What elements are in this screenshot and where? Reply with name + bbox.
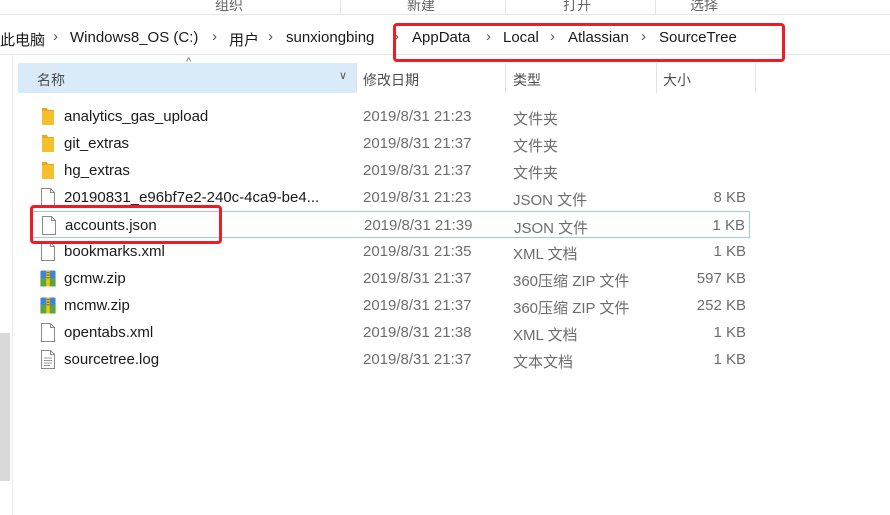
- column-header-date-label: 修改日期: [363, 72, 419, 88]
- file-date-modified: 2019/8/31 21:38: [363, 324, 472, 341]
- file-size: 1 KB: [712, 217, 745, 234]
- file-size: 1 KB: [713, 351, 746, 368]
- breadcrumb-users[interactable]: 用户: [229, 29, 259, 50]
- file-name: 20190831_e96bf7e2-240c-4ca9-be4...: [64, 189, 320, 206]
- file-name: bookmarks.xml: [64, 243, 165, 260]
- file-date-modified: 2019/8/31 21:37: [363, 270, 472, 287]
- file-type: 文本文档: [513, 354, 574, 371]
- file-type: 文件夹: [513, 111, 559, 128]
- file-date-modified: 2019/8/31 21:39: [364, 217, 473, 234]
- column-header-type-label: 类型: [513, 72, 541, 88]
- column-divider[interactable]: [755, 63, 756, 93]
- file-date-modified: 2019/8/31 21:37: [363, 135, 472, 152]
- file-name: hg_extras: [64, 162, 130, 179]
- file-type: 文件夹: [513, 165, 559, 182]
- file-row[interactable]: hg_extras 2019/8/31 21:37 文件夹: [30, 157, 750, 184]
- path-highlight-box: [393, 23, 785, 62]
- file-date-modified: 2019/8/31 21:23: [363, 189, 472, 206]
- file-date-modified: 2019/8/31 21:37: [363, 351, 472, 368]
- file-date-modified: 2019/8/31 21:37: [363, 297, 472, 314]
- file-type: JSON 文件: [514, 220, 589, 237]
- column-header-date[interactable]: 修改日期: [357, 63, 505, 93]
- chevron-right-icon[interactable]: ›: [53, 28, 58, 45]
- chevron-right-icon[interactable]: ›: [268, 28, 273, 45]
- file-size: 8 KB: [713, 189, 746, 206]
- file-type: XML 文档: [513, 327, 578, 344]
- file-type: 文件夹: [513, 138, 559, 155]
- breadcrumb-this-pc[interactable]: 此电脑: [0, 29, 45, 50]
- chevron-right-icon[interactable]: ›: [212, 28, 217, 45]
- file-size: 1 KB: [713, 324, 746, 341]
- file-name: gcmw.zip: [64, 270, 126, 287]
- file-row[interactable]: analytics_gas_upload 2019/8/31 21:23 文件夹: [30, 103, 750, 130]
- file-type: JSON 文件: [513, 192, 588, 209]
- file-name: analytics_gas_upload: [64, 108, 209, 125]
- file-date-modified: 2019/8/31 21:37: [363, 162, 472, 179]
- ribbon-group-organize[interactable]: 组织: [215, 0, 243, 15]
- nav-scrollbar-thumb[interactable]: [0, 333, 10, 481]
- file-type: 360压缩 ZIP 文件: [513, 273, 630, 290]
- ribbon-divider: [655, 0, 656, 14]
- breadcrumb-user[interactable]: sunxiongbing: [286, 29, 374, 46]
- file-size: 1 KB: [713, 243, 746, 260]
- ribbon-divider: [505, 0, 506, 14]
- file-name: mcmw.zip: [64, 297, 130, 314]
- file-highlight-box: [30, 205, 222, 244]
- file-name: git_extras: [64, 135, 130, 152]
- column-header-type[interactable]: 类型: [506, 63, 656, 93]
- breadcrumb-drive-c[interactable]: Windows8_OS (C:): [70, 29, 198, 46]
- file-row[interactable]: opentabs.xml 2019/8/31 21:38 XML 文档 1 KB: [30, 319, 750, 346]
- chevron-down-icon[interactable]: ∨: [339, 69, 347, 82]
- file-row[interactable]: gcmw.zip 2019/8/31 21:37 360压缩 ZIP 文件 597 K…: [30, 265, 750, 292]
- file-date-modified: 2019/8/31 21:35: [363, 243, 472, 260]
- ribbon: 组织 新建 打开 选择: [0, 0, 890, 15]
- file-size: 597 KB: [696, 270, 746, 287]
- column-header-name[interactable]: 名称 ∨: [18, 63, 356, 93]
- column-header-size[interactable]: 大小: [657, 63, 755, 93]
- file-row[interactable]: sourcetree.log 2019/8/31 21:37 文本文档 1 KB: [30, 346, 750, 373]
- column-header-name-label: 名称: [37, 72, 65, 88]
- ribbon-group-open[interactable]: 打开: [563, 0, 591, 15]
- file-row[interactable]: git_extras 2019/8/31 21:37 文件夹: [30, 130, 750, 157]
- column-header-size-label: 大小: [663, 72, 691, 88]
- file-name: opentabs.xml: [64, 324, 154, 341]
- ribbon-group-new[interactable]: 新建: [407, 0, 435, 15]
- file-date-modified: 2019/8/31 21:23: [363, 108, 472, 125]
- ribbon-divider: [340, 0, 341, 14]
- file-row[interactable]: mcmw.zip 2019/8/31 21:37 360压缩 ZIP 文件 252 K…: [30, 292, 750, 319]
- file-name: sourcetree.log: [64, 351, 160, 368]
- ribbon-group-select[interactable]: 选择: [690, 0, 718, 15]
- file-size: 252 KB: [696, 297, 746, 314]
- file-type: 360压缩 ZIP 文件: [513, 300, 630, 317]
- file-type: XML 文档: [513, 246, 578, 263]
